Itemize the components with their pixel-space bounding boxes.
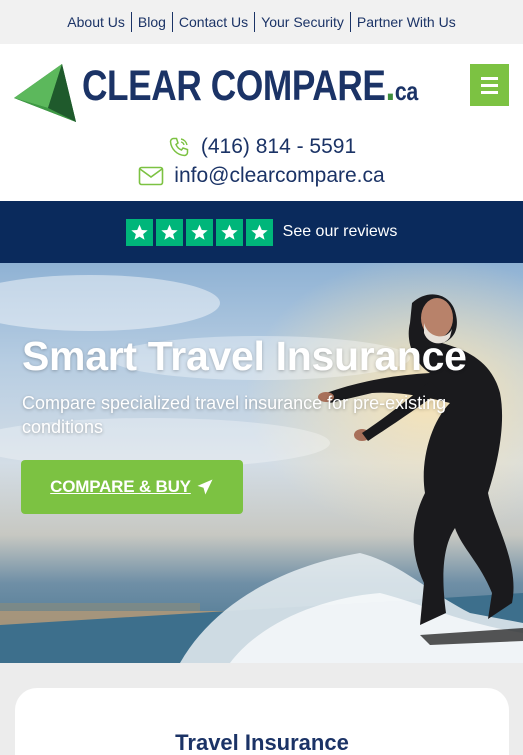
phone-icon [169, 137, 189, 157]
nav-partner-with-us[interactable]: Partner With Us [351, 12, 462, 32]
nav-your-security[interactable]: Your Security [255, 12, 350, 32]
nav-contact-us[interactable]: Contact Us [173, 12, 254, 32]
star-icon [185, 218, 213, 246]
site-header: CLEAR COMPARE.ca (416) 814 - 5591 info@c… [0, 44, 523, 201]
email-address[interactable]: info@clearcompare.ca [174, 164, 384, 188]
travel-insurance-card: Travel Insurance [15, 688, 509, 755]
hero-title: Smart Travel Insurance [22, 333, 467, 379]
hamburger-menu-button[interactable] [470, 64, 509, 106]
top-nav: About Us Blog Contact Us Your Security P… [0, 0, 523, 44]
star-icon [155, 218, 183, 246]
star-icon [125, 218, 153, 246]
section-title: Travel Insurance [175, 730, 349, 755]
email-contact[interactable]: info@clearcompare.ca [0, 161, 523, 191]
phone-contact[interactable]: (416) 814 - 5591 [0, 132, 523, 162]
logo-triangle-icon [14, 64, 76, 122]
compare-and-buy-button[interactable]: COMPARE & BUY [21, 460, 243, 514]
star-rating [125, 218, 273, 246]
logo-wordmark: CLEAR COMPARE.ca [82, 62, 418, 110]
hero-banner: Smart Travel Insurance Compare specializ… [0, 263, 523, 663]
nav-about-us[interactable]: About Us [61, 12, 131, 32]
reviews-band: See our reviews [0, 201, 523, 263]
envelope-icon [138, 166, 164, 186]
star-icon [215, 218, 243, 246]
cta-label: COMPARE & BUY [50, 477, 191, 496]
star-icon [245, 218, 273, 246]
site-logo[interactable]: CLEAR COMPARE.ca [14, 54, 418, 124]
nav-blog[interactable]: Blog [132, 12, 172, 32]
phone-number[interactable]: (416) 814 - 5591 [201, 135, 356, 159]
hamburger-icon [481, 76, 498, 80]
see-reviews-link[interactable]: See our reviews [283, 223, 398, 241]
paper-plane-icon [197, 479, 213, 495]
hero-subtitle: Compare specialized travel insurance for… [22, 393, 447, 437]
